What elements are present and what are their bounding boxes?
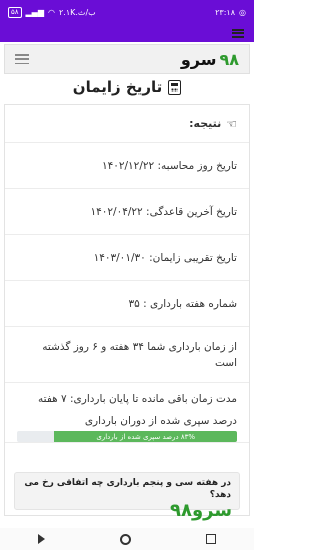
progress-fill: ۸۳% درصد سپری شده از بارداری bbox=[54, 431, 237, 442]
due-date: تاریخ تقریبی زایمان: ۱۴۰۳/۰۱/۳۰ bbox=[93, 251, 237, 264]
calculator-icon bbox=[168, 79, 182, 95]
result-heading: نتیجه: bbox=[189, 117, 222, 130]
calc-date-row: تاریخ روز محاسبه: ۱۴۰۲/۱۲/۲۲ bbox=[5, 143, 249, 189]
week-number-row: شماره هفته بارداری : ۳۵ bbox=[5, 281, 249, 327]
elapsed-text: از زمان بارداری شما ۳۴ هفته و ۶ روز گذشت… bbox=[42, 340, 237, 369]
recent-apps-icon[interactable] bbox=[206, 534, 217, 544]
instagram-icon: ◎ bbox=[239, 7, 246, 17]
remaining-text: مدت زمان باقی مانده تا پایان بارداری: ۷ … bbox=[38, 393, 237, 405]
status-bar: ۵۸ ▂▄▆ ◠ ۲.۱K.ب/ث ۲۳:۱۸ ◎ bbox=[0, 0, 254, 24]
logo-number: ۹۸ bbox=[219, 49, 239, 69]
result-heading-row: ☜ نتیجه: bbox=[5, 105, 249, 143]
page-title-text: تاریخ زایمان bbox=[72, 78, 163, 96]
site-logo[interactable]: سرو ۹۸ bbox=[181, 50, 239, 69]
progress-row: مدت زمان باقی مانده تا پایان بارداری: ۷ … bbox=[5, 383, 249, 443]
page-title: تاریخ زایمان bbox=[0, 74, 254, 100]
calc-date: تاریخ روز محاسبه: ۱۴۰۲/۱۲/۲۲ bbox=[101, 159, 237, 172]
week-number: شماره هفته بارداری : ۳۵ bbox=[128, 297, 237, 310]
last-period: تاریخ آخرین قاعدگی: ۱۴۰۲/۰۴/۲۲ bbox=[90, 205, 237, 218]
menu-icon[interactable] bbox=[232, 28, 244, 38]
home-icon[interactable] bbox=[119, 533, 131, 545]
wifi-icon: ◠ bbox=[48, 7, 55, 17]
clock: ۲۳:۱۸ bbox=[215, 7, 236, 17]
due-date-row: تاریخ تقریبی زایمان: ۱۴۰۳/۰۱/۳۰ bbox=[5, 235, 249, 281]
result-card: ☜ نتیجه: تاریخ روز محاسبه: ۱۴۰۲/۱۲/۲۲ تا… bbox=[4, 104, 250, 516]
watermark-logo: سرو۹۸ bbox=[170, 500, 233, 521]
app-header: سرو ۹۸ bbox=[4, 44, 250, 74]
status-left: ۵۸ ▂▄▆ ◠ ۲.۱K.ب/ث bbox=[8, 6, 96, 18]
hamburger-menu-icon[interactable] bbox=[15, 54, 29, 64]
progress-bar: ۸۳% درصد سپری شده از بارداری bbox=[17, 431, 237, 442]
system-nav-bar bbox=[0, 528, 254, 550]
elapsed-row: از زمان بارداری شما ۳۴ هفته و ۶ روز گذشت… bbox=[5, 327, 249, 383]
last-period-row: تاریخ آخرین قاعدگی: ۱۴۰۲/۰۴/۲۲ bbox=[5, 189, 249, 235]
network-speed: ۲.۱K.ب/ث bbox=[58, 7, 96, 17]
logo-text: سرو bbox=[180, 49, 217, 69]
faq-question-text: در هفته سی و پنجم بارداری چه اتفاقی رخ م… bbox=[24, 478, 231, 500]
hand-pointer-icon: ☜ bbox=[226, 116, 237, 131]
progress-text: ۸۳% درصد سپری شده از بارداری bbox=[96, 432, 196, 441]
back-icon[interactable] bbox=[37, 534, 45, 544]
browser-strip bbox=[0, 24, 254, 42]
status-right: ۲۳:۱۸ ◎ bbox=[215, 8, 246, 17]
signal-icon: ▂▄▆ bbox=[25, 7, 44, 17]
battery-icon: ۵۸ bbox=[8, 6, 22, 18]
progress-label: درصد سپری شده از دوران بارداری bbox=[84, 415, 237, 427]
